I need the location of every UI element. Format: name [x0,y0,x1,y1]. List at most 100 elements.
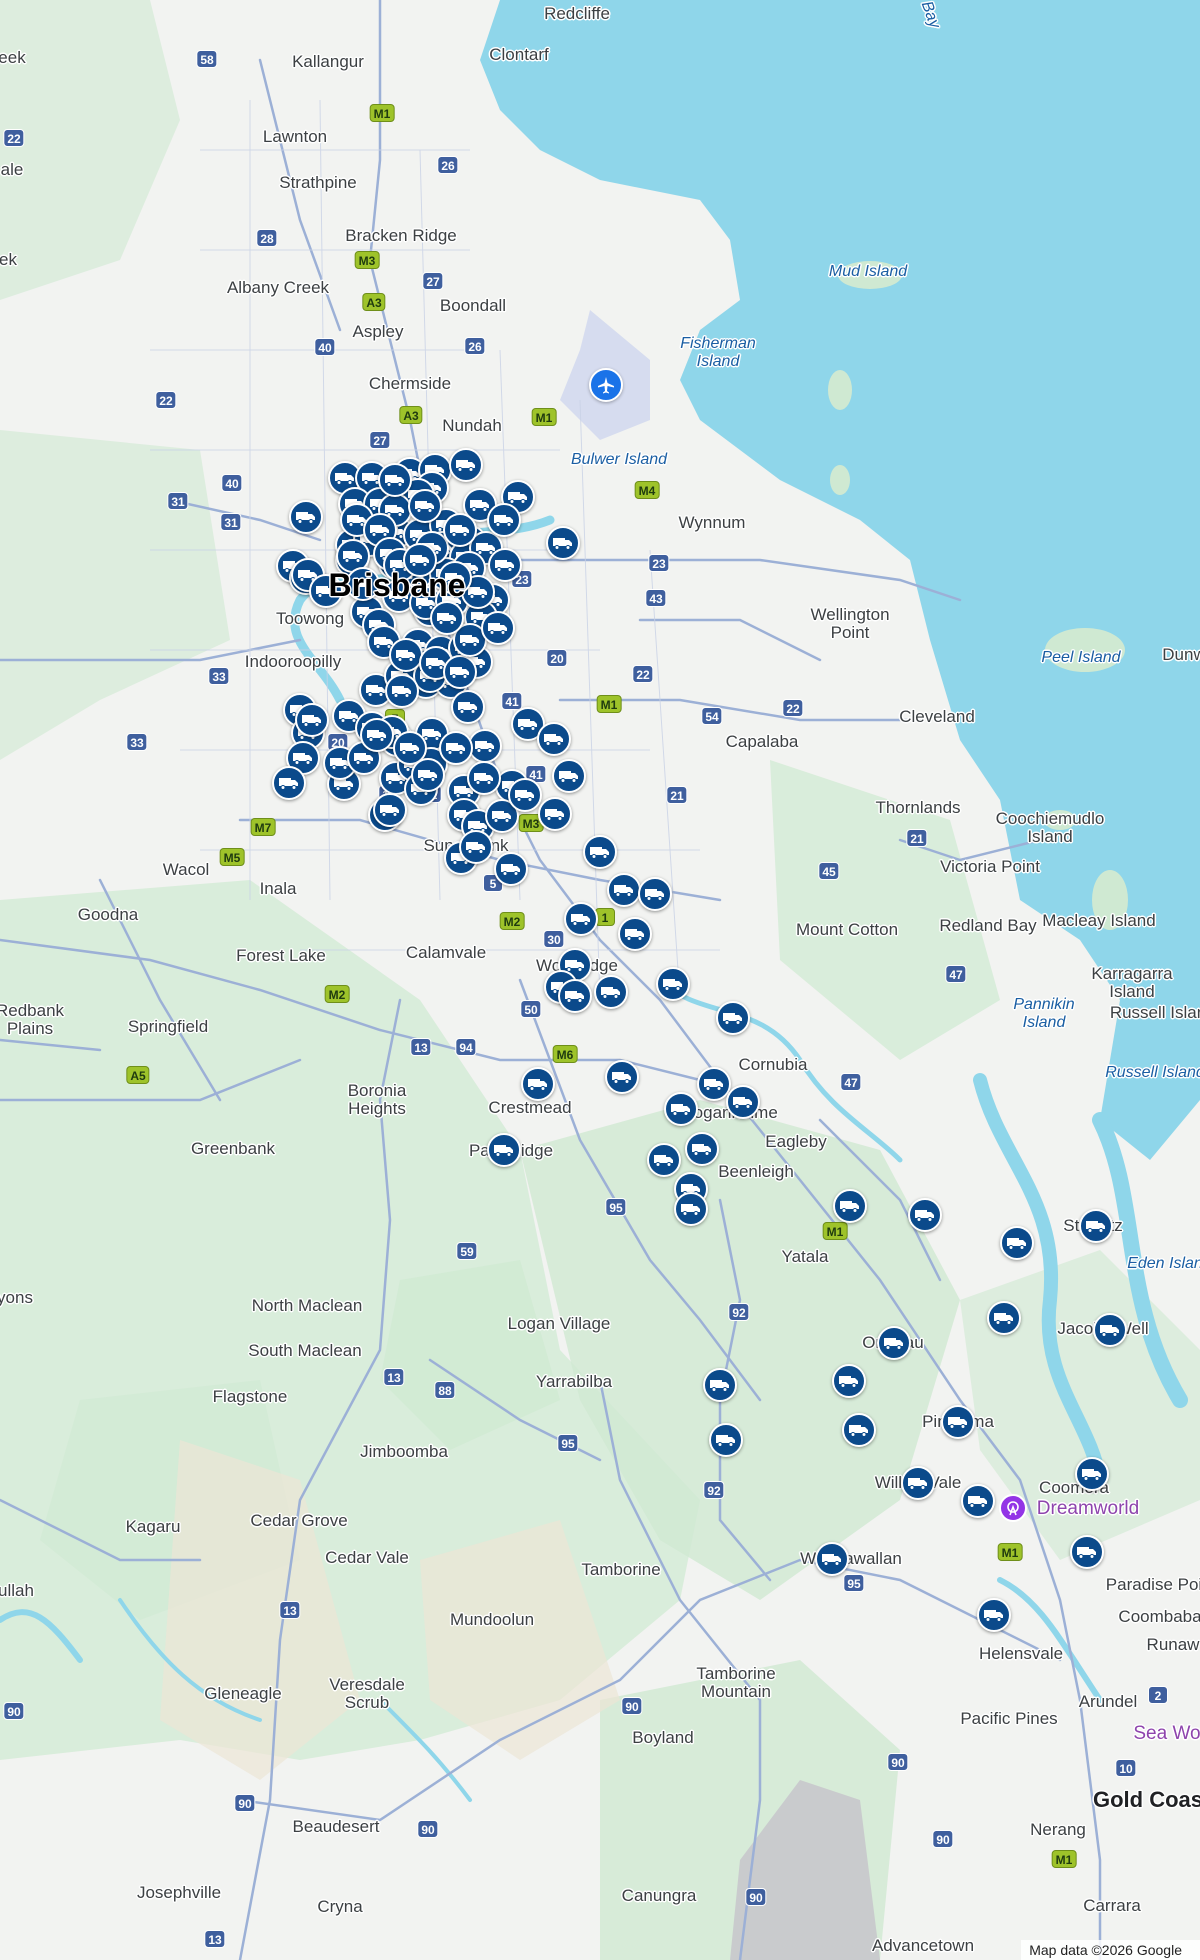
poi-label-dreamworld[interactable]: Dreamworld [1037,1499,1139,1518]
truck-icon[interactable] [467,761,501,795]
truck-icon[interactable] [468,729,502,763]
map-attribution: Map data ©2026 Google [1021,1940,1200,1960]
truck-icon[interactable] [1075,1457,1109,1491]
truck-icon[interactable] [1093,1313,1127,1347]
place-label-calamvale: Calamvale [405,943,487,962]
route-shield-59: 59 [456,1242,478,1260]
truck-icon[interactable] [408,489,442,523]
truck-icon[interactable] [443,655,477,689]
truck-icon[interactable] [594,975,628,1009]
truck-icon[interactable] [449,448,483,482]
place-label-edge-ale: ale [0,160,24,179]
truck-icon[interactable] [546,526,580,560]
truck-icon[interactable] [583,835,617,869]
place-label-cedar-vale: Cedar Vale [325,1548,409,1567]
truck-icon[interactable] [726,1085,760,1119]
truck-icon[interactable] [481,611,515,645]
truck-icon[interactable] [709,1423,743,1457]
airplane-icon[interactable] [589,368,623,402]
place-label-kallangur: Kallangur [292,52,364,71]
truck-icon[interactable] [961,1484,995,1518]
truck-icon[interactable] [558,979,592,1013]
place-label-north-maclean: North Maclean [251,1296,363,1315]
route-shield-21: 21 [666,786,688,804]
truck-icon[interactable] [685,1132,719,1166]
truck-icon[interactable] [411,758,445,792]
place-label-lawnton: Lawnton [262,127,328,146]
truck-icon[interactable] [618,917,652,951]
truck-icon[interactable] [272,766,306,800]
route-shield-33b: 33 [126,733,148,751]
truck-icon[interactable] [977,1598,1011,1632]
route-shield-m1f: M1 [1051,1850,1077,1868]
truck-icon[interactable] [656,967,690,1001]
truck-icon[interactable] [941,1405,975,1439]
truck-icon[interactable] [552,759,586,793]
truck-icon[interactable] [607,873,641,907]
truck-icon[interactable] [901,1466,935,1500]
truck-icon[interactable] [494,852,528,886]
truck-icon[interactable] [508,778,542,812]
truck-icon[interactable] [833,1189,867,1223]
truck-icon[interactable] [289,500,323,534]
truck-icon[interactable] [638,877,672,911]
truck-icon[interactable] [538,797,572,831]
place-label-springfield: Springfield [127,1017,209,1036]
route-shield-m6: M6 [552,1045,578,1063]
place-label-wynnum: Wynnum [678,513,746,532]
truck-icon[interactable] [373,793,407,827]
truck-icon[interactable] [385,674,419,708]
truck-icon[interactable] [815,1542,849,1576]
route-shield-13b: 13 [410,1038,432,1056]
truck-icon[interactable] [295,703,329,737]
truck-icon[interactable] [451,690,485,724]
truck-icon[interactable] [521,1067,555,1101]
truck-icon[interactable] [459,830,493,864]
route-shield-92: 92 [728,1303,750,1321]
route-shield-13c: 13 [383,1368,405,1386]
place-label-tamborine-mountain: Tamborine Mountain [696,1664,776,1701]
route-shield-m1e: M1 [997,1543,1023,1561]
route-shield-22c: 22 [632,665,654,683]
route-shield-2: 2 [1148,1686,1168,1704]
place-label-edge-ek: ek [0,250,17,269]
truck-icon[interactable] [674,1192,708,1226]
ferris-wheel-icon[interactable] [999,1494,1027,1522]
truck-icon[interactable] [1070,1535,1104,1569]
truck-icon[interactable] [360,718,394,752]
truck-icon[interactable] [487,1133,521,1167]
place-label-mud-island: Mud Island [828,263,908,280]
poi-label-sea-world[interactable]: Sea Wo [1133,1724,1200,1743]
place-label-runaway: Runaw [1146,1635,1200,1654]
truck-icon[interactable] [605,1060,639,1094]
truck-icon[interactable] [537,722,571,756]
truck-icon[interactable] [378,463,412,497]
truck-icon[interactable] [487,503,521,537]
truck-icon[interactable] [1079,1209,1113,1243]
truck-icon[interactable] [716,1001,750,1035]
truck-icon[interactable] [488,548,522,582]
route-shield-31b: 31 [220,513,242,531]
truck-icon[interactable] [877,1326,911,1360]
truck-icon[interactable] [987,1301,1021,1335]
place-label-coombabah: Coombaba [1118,1607,1200,1626]
truck-icon[interactable] [439,731,473,765]
truck-icon[interactable] [389,638,423,672]
truck-icon[interactable] [443,513,477,547]
map-canvas[interactable]: Redcliffe Kallangur Clontarf Lawnton Str… [0,0,1200,1960]
truck-icon[interactable] [564,902,598,936]
route-shield-m1: M1 [369,104,395,122]
truck-icon[interactable] [1000,1226,1034,1260]
truck-icon[interactable] [832,1364,866,1398]
truck-icon[interactable] [647,1143,681,1177]
truck-icon[interactable] [842,1413,876,1447]
place-label-clontarf: Clontarf [489,45,549,64]
truck-icon[interactable] [703,1368,737,1402]
truck-icon[interactable] [664,1092,698,1126]
place-label-thornlands: Thornlands [875,798,961,817]
truck-icon[interactable] [908,1198,942,1232]
truck-icon[interactable] [430,601,464,635]
place-label-inala: Inala [259,879,297,898]
route-shield-22: 22 [3,129,25,147]
route-shield-21b: 21 [906,829,928,847]
